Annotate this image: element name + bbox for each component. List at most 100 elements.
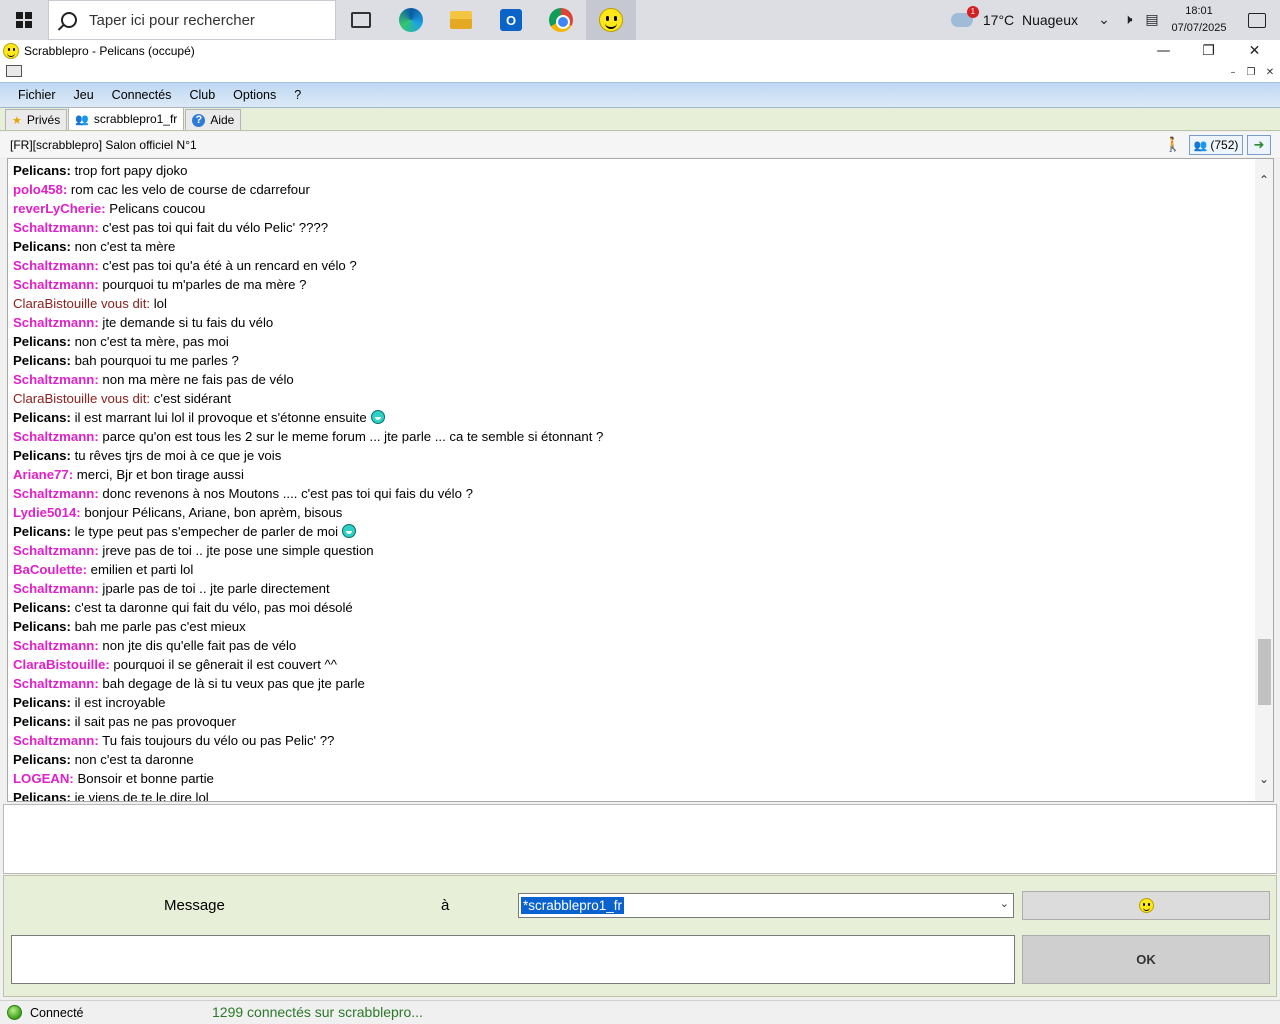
weather-temp: 17°C <box>982 12 1015 28</box>
chat-text: pourquoi tu m'parles de ma mère ? <box>102 277 307 292</box>
menu-club[interactable]: Club <box>180 88 224 102</box>
mdi-restore-button[interactable]: ❐ <box>1243 64 1259 80</box>
emoji-button[interactable] <box>1022 891 1270 920</box>
chat-text: merci, Bjr et bon tirage aussi <box>76 467 244 482</box>
chat-nick[interactable]: Pelicans: <box>13 524 71 539</box>
exit-room-icon[interactable]: ➜ <box>1247 135 1271 155</box>
close-button[interactable]: ✕ <box>1232 40 1277 62</box>
chat-nick[interactable]: LOGEAN: <box>13 771 74 786</box>
tab-aide[interactable]: ? Aide <box>185 109 242 130</box>
chat-text: pourquoi il se gênerait il est couvert ^… <box>113 657 337 672</box>
walk-icon[interactable]: 🚶 <box>1162 135 1184 155</box>
chat-text: bah degage de là si tu veux pas que jte … <box>102 676 365 691</box>
start-button[interactable] <box>0 0 48 40</box>
tab-prives[interactable]: ★ Privés <box>5 109 68 130</box>
app-smiley-icon <box>3 43 19 59</box>
cloud-icon: 1 <box>950 6 979 27</box>
ok-button[interactable]: OK <box>1022 935 1270 984</box>
tab-label: scrabblepro1_fr <box>93 112 178 126</box>
users-list-button[interactable]: 👥 (752) <box>1189 135 1243 155</box>
chat-nick[interactable]: Ariane77: <box>13 467 73 482</box>
chat-nick[interactable]: polo458: <box>13 182 67 197</box>
chat-nick[interactable]: Schaltzmann: <box>13 315 99 330</box>
tab-label: Privés <box>26 113 61 127</box>
chat-text: jte demande si tu fais du vélo <box>102 315 274 330</box>
search-icon <box>61 12 77 28</box>
outlook-app-button[interactable]: O <box>486 0 536 40</box>
mdi-window-icon[interactable] <box>6 65 22 77</box>
chat-nick[interactable]: Schaltzmann: <box>13 277 99 292</box>
chat-message: Pelicans: non c'est ta mère, pas moi <box>13 332 1253 351</box>
chat-nick[interactable]: Pelicans: <box>13 163 71 178</box>
menu-help[interactable]: ? <box>285 88 310 102</box>
menu-fichier[interactable]: Fichier <box>9 88 65 102</box>
file-explorer-app-button[interactable] <box>436 0 486 40</box>
chat-nick[interactable]: Schaltzmann: <box>13 486 99 501</box>
chat-nick[interactable]: BaCoulette: <box>13 562 87 577</box>
chat-nick[interactable]: Schaltzmann: <box>13 638 99 653</box>
menu-connectes[interactable]: Connectés <box>103 88 181 102</box>
scrabblepro-app-button[interactable] <box>586 0 636 40</box>
chat-nick[interactable]: Schaltzmann: <box>13 372 99 387</box>
chat-nick[interactable]: Pelicans: <box>13 714 71 729</box>
chat-nick[interactable]: ClaraBistouille: <box>13 657 110 672</box>
chat-log[interactable]: Pelicans: trop fort papy djoko polo458: r… <box>7 158 1274 802</box>
task-view-button[interactable] <box>336 0 386 40</box>
chat-nick[interactable]: Schaltzmann: <box>13 581 99 596</box>
chat-nick[interactable]: Schaltzmann: <box>13 220 99 235</box>
chat-nick[interactable]: Pelicans: <box>13 334 71 349</box>
network-icon[interactable]: ▤ <box>1140 0 1164 40</box>
edge-app-button[interactable] <box>386 0 436 40</box>
minimize-button[interactable]: — <box>1141 40 1186 62</box>
chat-nick[interactable]: Pelicans: <box>13 752 71 767</box>
weather-widget[interactable]: 1 17°C Nuageux <box>950 6 1078 28</box>
chat-nick[interactable]: Pelicans: <box>13 448 71 463</box>
taskbar-search-box[interactable]: Taper ici pour rechercher <box>48 0 336 40</box>
mdi-close-button[interactable]: ✕ <box>1262 64 1278 80</box>
help-icon: ? <box>192 113 206 127</box>
chat-message: Schaltzmann: pourquoi tu m'parles de ma … <box>13 275 1253 294</box>
chevron-up-icon[interactable]: ⌄ <box>1092 0 1116 40</box>
volume-icon[interactable]: 🕨 <box>1116 0 1140 40</box>
chat-nick[interactable]: Schaltzmann: <box>13 676 99 691</box>
chat-nick[interactable]: Pelicans: <box>13 619 71 634</box>
menu-options[interactable]: Options <box>224 88 285 102</box>
star-icon: ★ <box>12 114 22 127</box>
chat-nick[interactable]: ClaraBistouille vous dit: <box>13 296 150 311</box>
chat-message: Pelicans: il sait pas ne pas provoquer <box>13 712 1253 731</box>
chat-nick[interactable]: Lydie5014: <box>13 505 81 520</box>
chat-nick[interactable]: Schaltzmann: <box>13 429 99 444</box>
edge-icon <box>399 8 423 32</box>
mdi-minimize-button[interactable]: – <box>1225 64 1241 80</box>
chat-nick[interactable]: Schaltzmann: <box>13 543 99 558</box>
chat-message: BaCoulette: emilien et parti lol <box>13 560 1253 579</box>
chat-nick[interactable]: Pelicans: <box>13 353 71 368</box>
chat-message: Pelicans: tu rêves tjrs de moi à ce que … <box>13 446 1253 465</box>
chat-scrollbar[interactable]: ⌃ ⌄ <box>1255 159 1273 801</box>
chrome-app-button[interactable] <box>536 0 586 40</box>
chat-nick[interactable]: Pelicans: <box>13 790 71 801</box>
taskbar-clock[interactable]: 18:01 07/07/2025 <box>1164 3 1234 37</box>
tab-scrabblepro1-fr[interactable]: 👥 scrabblepro1_fr <box>68 107 185 130</box>
scroll-up-icon[interactable]: ⌃ <box>1257 173 1271 187</box>
chat-nick[interactable]: Schaltzmann: <box>13 258 99 273</box>
tab-label: Aide <box>210 113 235 127</box>
chat-nick[interactable]: Pelicans: <box>13 695 71 710</box>
chat-text: emilien et parti lol <box>90 562 194 577</box>
chat-nick[interactable]: reverLyCherie: <box>13 201 106 216</box>
scroll-down-icon[interactable]: ⌄ <box>1257 772 1271 786</box>
chat-nick[interactable]: ClaraBistouille vous dit: <box>13 391 150 406</box>
chat-nick[interactable]: Pelicans: <box>13 239 71 254</box>
restore-button[interactable]: ❐ <box>1186 40 1231 62</box>
smiley-icon <box>1138 898 1154 913</box>
scrollbar-thumb[interactable] <box>1258 639 1271 705</box>
message-input[interactable] <box>11 935 1015 984</box>
chat-nick[interactable]: Schaltzmann: <box>13 733 99 748</box>
chat-nick[interactable]: Pelicans: <box>13 600 71 615</box>
notification-center-button[interactable] <box>1234 0 1280 40</box>
menu-jeu[interactable]: Jeu <box>65 88 103 102</box>
smiley-icon <box>599 8 623 32</box>
chat-text: c'est pas toi qu'a été à un rencard en v… <box>102 258 357 273</box>
chat-nick[interactable]: Pelicans: <box>13 410 71 425</box>
recipient-dropdown[interactable]: *scrabblepro1_fr ⌄ <box>518 893 1014 918</box>
